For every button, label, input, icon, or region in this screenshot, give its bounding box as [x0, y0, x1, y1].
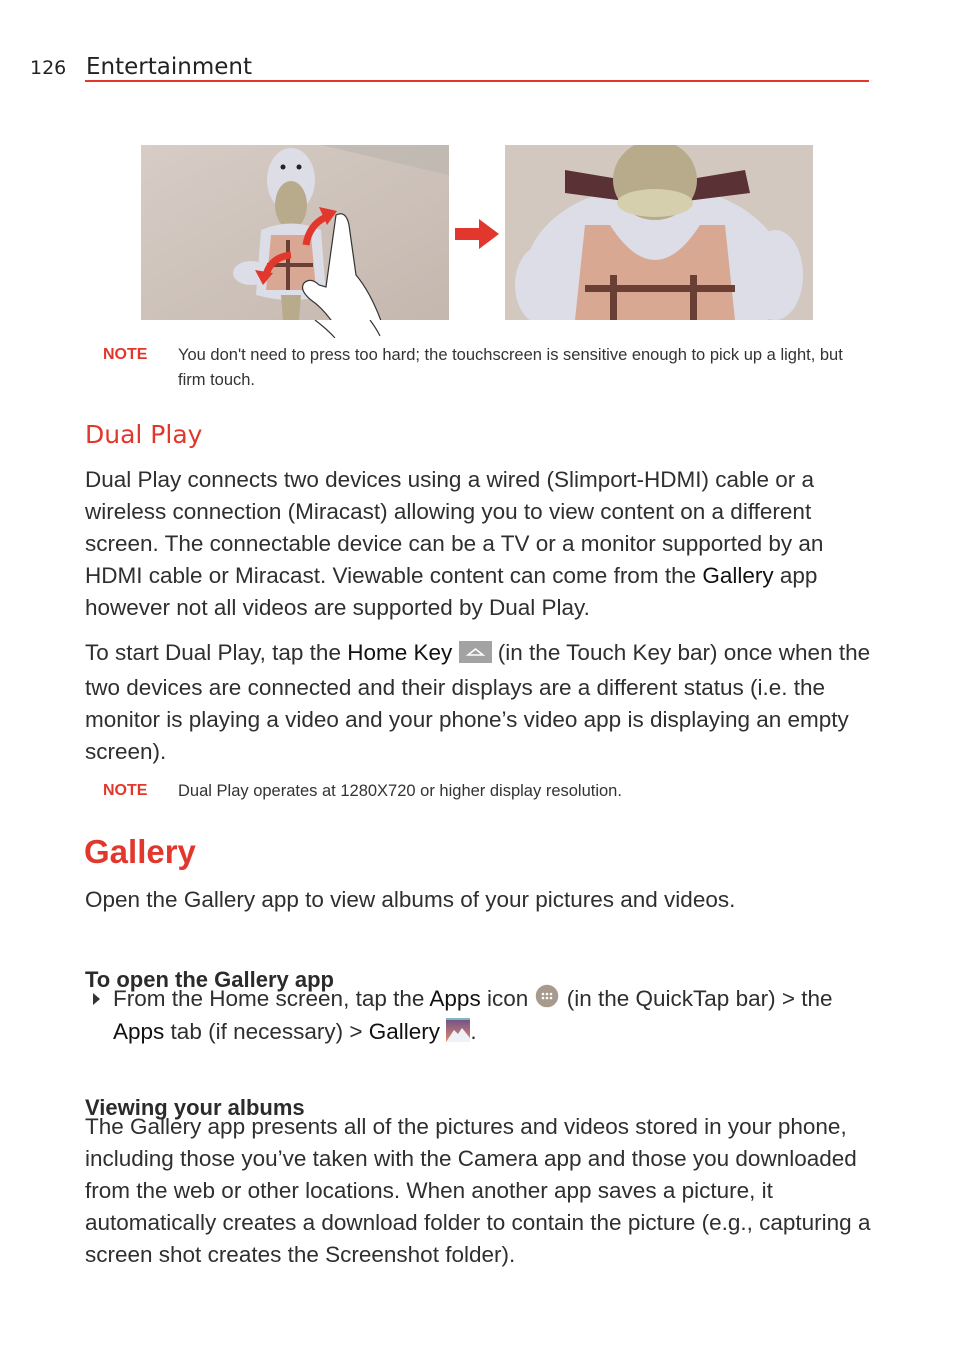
apps-label: Apps — [429, 986, 481, 1011]
gallery-intro: Open the Gallery app to view albums of y… — [85, 887, 736, 912]
text: tab (if necessary) > — [164, 1019, 369, 1044]
right-arrow-icon — [455, 219, 499, 249]
gallery-heading: Gallery — [84, 833, 196, 870]
gallery-label: Gallery — [368, 1019, 441, 1044]
zoomed-photo — [505, 145, 813, 320]
note-label: NOTE — [103, 346, 148, 363]
open-gallery-step: From the Home screen, tap the Apps icon … — [113, 983, 873, 1050]
gallery-icon — [446, 1018, 471, 1050]
header-rule — [85, 80, 869, 82]
viewing-albums-text: The Gallery app presents all of the pict… — [85, 1114, 871, 1267]
note-text: Dual Play operates at 1280X720 or higher… — [178, 782, 622, 800]
dual-play-paragraph-2: To start Dual Play, tap the Home Key (in… — [85, 637, 875, 768]
bullet-arrow-icon — [93, 992, 101, 1010]
section-title: Entertainment — [86, 54, 252, 80]
home-key-label: Home Key — [347, 640, 453, 665]
text: From the Home screen, tap the — [113, 986, 430, 1011]
apps-icon — [534, 983, 561, 1017]
text: To start Dual Play, tap the — [85, 640, 348, 665]
page-number: 126 — [30, 57, 67, 79]
dual-play-paragraph-1: Dual Play connects two devices using a w… — [85, 464, 875, 624]
gallery-app-name: Gallery — [702, 563, 774, 588]
dual-play-heading: Dual Play — [85, 420, 203, 449]
home-key-icon — [458, 640, 492, 672]
apps-tab-label: Apps — [113, 1019, 165, 1044]
text: (in the QuickTap bar) > the — [560, 986, 833, 1011]
note-text: You don't need to press too hard; the to… — [178, 346, 843, 389]
pinch-gesture-photo — [141, 145, 449, 320]
hand-outline-overflow — [300, 319, 390, 339]
text: . — [470, 1019, 477, 1044]
note-label: NOTE — [103, 782, 148, 799]
text: icon — [480, 986, 535, 1011]
